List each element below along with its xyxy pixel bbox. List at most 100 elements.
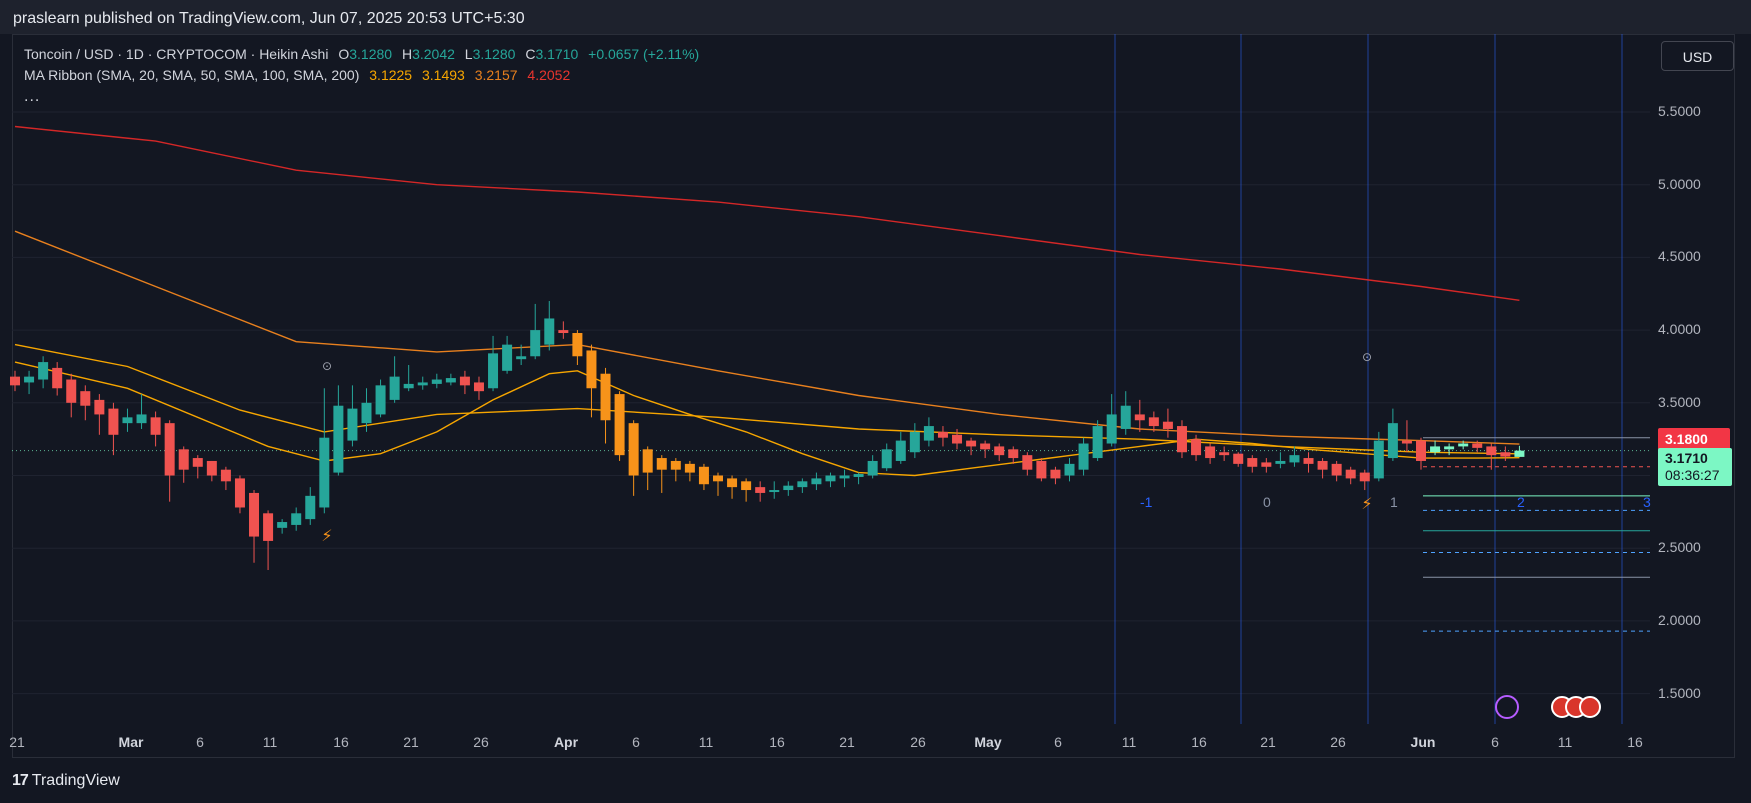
candle-body [1162,421,1173,429]
candle-body [319,437,330,508]
candle [206,460,217,482]
candle-body [1472,443,1483,448]
candle [952,428,963,450]
price-tick-label: 5.5000 [1658,103,1701,119]
candle-body [1191,439,1202,456]
candle-body [1036,460,1047,479]
flag-icon [1579,696,1601,718]
ma-line [14,343,1520,455]
candle-body [94,399,105,415]
candle [713,472,723,496]
candle [1275,452,1286,469]
candle-body [937,431,948,438]
candle [164,420,175,502]
candle-body [1106,414,1117,444]
candle [966,437,977,456]
ma-line [14,125,1520,301]
candle [684,460,695,482]
candle [867,455,878,479]
candle [1022,452,1033,476]
candle [1331,460,1342,482]
legend-more[interactable]: ... [24,86,699,107]
date-tick-label: 6 [632,734,640,750]
candle-body [825,475,836,482]
candle-body [684,463,695,473]
lightning-icon: ⚡ [1361,494,1372,513]
candle [1500,446,1511,461]
candle-body [178,449,189,470]
high-label: H [401,46,413,62]
date-tick-label: 16 [1627,734,1643,750]
candle-body [1303,458,1314,464]
dividend-icon: ⊙ [1362,350,1372,364]
candle-body [38,362,49,380]
candle [52,362,63,396]
currency-button[interactable]: USD [1661,41,1734,71]
high-value: 3.2042 [412,46,455,62]
candle [38,356,49,389]
fib-time-label: 3 [1643,494,1651,510]
date-tick-label: 21 [839,734,855,750]
candle-body [1008,449,1019,459]
candle-body [741,481,752,491]
candle [1092,420,1103,461]
candle-body [713,475,723,482]
candle-body [783,485,794,491]
candle [220,466,231,491]
candle-body [234,478,245,508]
candle [417,376,428,390]
candle-body [1247,458,1258,467]
candle [1345,466,1356,485]
low-label: L [464,46,473,62]
ma-value-200: 4.2052 [527,67,571,83]
last-price-value: 3.1710 [1665,450,1708,466]
candle-body [1458,443,1469,447]
candle-body [994,446,1005,456]
candle [853,472,864,485]
date-tick-label: Mar [118,734,144,750]
candle-body [136,414,147,424]
candle-body [473,382,484,392]
candle [1176,420,1187,459]
candle [333,385,344,476]
candle [586,344,597,418]
candle [1191,434,1202,461]
price-tick-label: 4.0000 [1658,321,1701,338]
candle [389,356,400,403]
candle [1416,437,1426,470]
legend-more-button[interactable]: ... [24,88,40,105]
change-value: +0.0657 (+2.11%) [588,46,700,62]
candle-body [1373,440,1384,479]
event-markers: ⚡ ⚡ ⊙ ⊙ [321,350,1601,719]
candle-body [558,330,569,334]
ma-ribbon [14,125,1520,477]
tradingview-brand[interactable]: 17 TradingView [12,772,120,790]
candle-body [1359,472,1370,482]
candle [277,519,288,534]
ma-value-20: 3.1225 [369,67,413,83]
candle-body [642,449,653,473]
candle [1120,391,1131,435]
candle [24,370,35,395]
date-tick-label: 11 [1121,734,1137,750]
candle [192,455,203,479]
candle-body [1514,450,1525,457]
candle-body [417,382,428,386]
candle [80,385,91,421]
candle [1233,452,1244,467]
candle-body [1148,417,1159,427]
candle-body [333,405,344,473]
close-value: 3.1710 [535,46,579,62]
candle-body [839,475,850,479]
candle [642,446,653,491]
candle-body [488,353,499,389]
candle [473,376,484,400]
candle [1387,408,1398,461]
candle [1162,408,1173,438]
candle-body [1401,440,1412,444]
candle [1134,399,1145,432]
ma-row: MA Ribbon (SMA, 20, SMA, 50, SMA, 100, S… [24,65,699,86]
candlestick-chart[interactable]: ⚡ ⚡ ⊙ ⊙ [0,0,1751,803]
candle [319,388,330,514]
fib-time-label: -1 [1140,494,1153,510]
